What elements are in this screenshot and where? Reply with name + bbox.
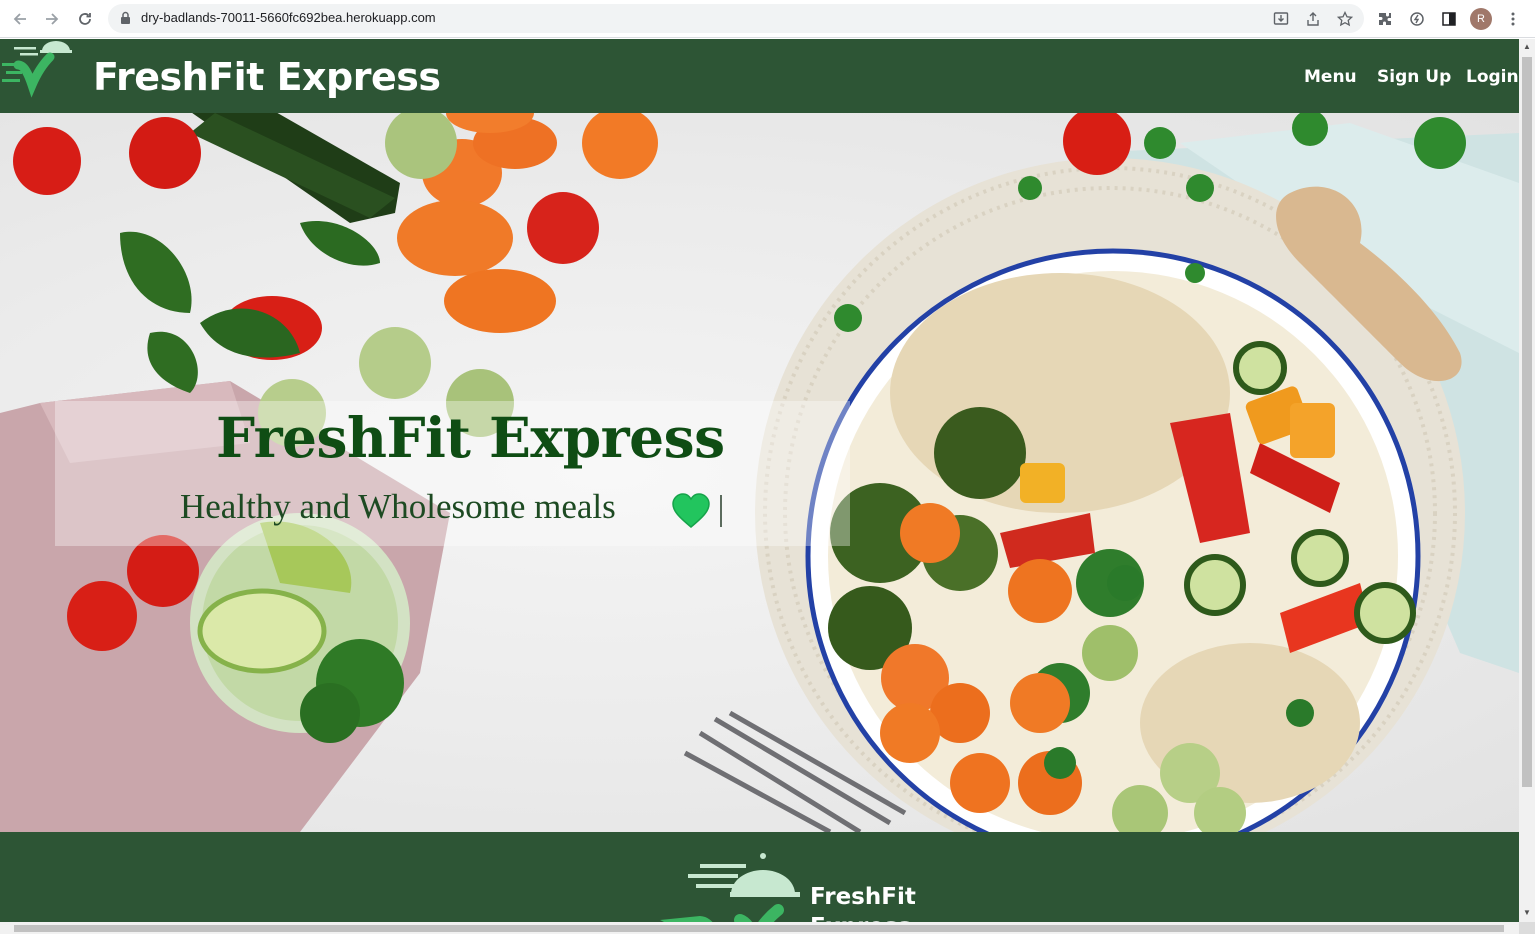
nav-login-link[interactable]: Login xyxy=(1466,67,1519,87)
vertical-scroll-thumb[interactable] xyxy=(1522,57,1532,787)
hero-title: FreshFit Express xyxy=(216,405,725,470)
scroll-up-icon[interactable]: ▲ xyxy=(1523,43,1531,51)
nav-menu-link[interactable]: Menu xyxy=(1304,67,1357,87)
hero-section: FreshFit Express Healthy and Wholesome m… xyxy=(0,113,1519,832)
star-icon[interactable] xyxy=(1336,10,1354,28)
sync-icon[interactable] xyxy=(1406,8,1428,30)
nav-signup-link[interactable]: Sign Up xyxy=(1377,67,1451,87)
vertical-scrollbar[interactable]: ▲ ▼ xyxy=(1519,39,1535,922)
extensions-icon[interactable] xyxy=(1374,8,1396,30)
green-heart-icon xyxy=(672,493,710,528)
profile-avatar[interactable]: R xyxy=(1470,8,1492,30)
typing-cursor xyxy=(720,495,722,527)
site-navbar: FreshFit Express Menu Sign Up Login xyxy=(0,39,1519,113)
url-text[interactable]: dry-badlands-70011-5660fc692bea.herokuap… xyxy=(141,10,436,25)
back-icon[interactable] xyxy=(9,8,31,30)
share-icon[interactable] xyxy=(1304,10,1322,28)
address-bar[interactable]: dry-badlands-70011-5660fc692bea.herokuap… xyxy=(108,4,1364,33)
brand-name[interactable]: FreshFit Express xyxy=(93,55,441,99)
scrollbar-corner xyxy=(1519,922,1535,934)
install-icon[interactable] xyxy=(1272,10,1290,28)
reload-icon[interactable] xyxy=(74,8,96,30)
forward-icon[interactable] xyxy=(41,8,63,30)
more-icon[interactable] xyxy=(1502,8,1524,30)
brand-logo-icon[interactable] xyxy=(0,41,72,101)
scroll-down-icon[interactable]: ▼ xyxy=(1523,909,1531,917)
horizontal-scrollbar[interactable] xyxy=(0,922,1519,934)
site-footer: FreshFit Express xyxy=(0,832,1519,934)
hero-subtitle: Healthy and Wholesome meals xyxy=(180,487,616,526)
side-panel-icon[interactable] xyxy=(1438,8,1460,30)
horizontal-scroll-thumb[interactable] xyxy=(14,925,1504,932)
lock-icon[interactable] xyxy=(120,11,131,30)
browser-toolbar: dry-badlands-70011-5660fc692bea.herokuap… xyxy=(0,0,1535,38)
